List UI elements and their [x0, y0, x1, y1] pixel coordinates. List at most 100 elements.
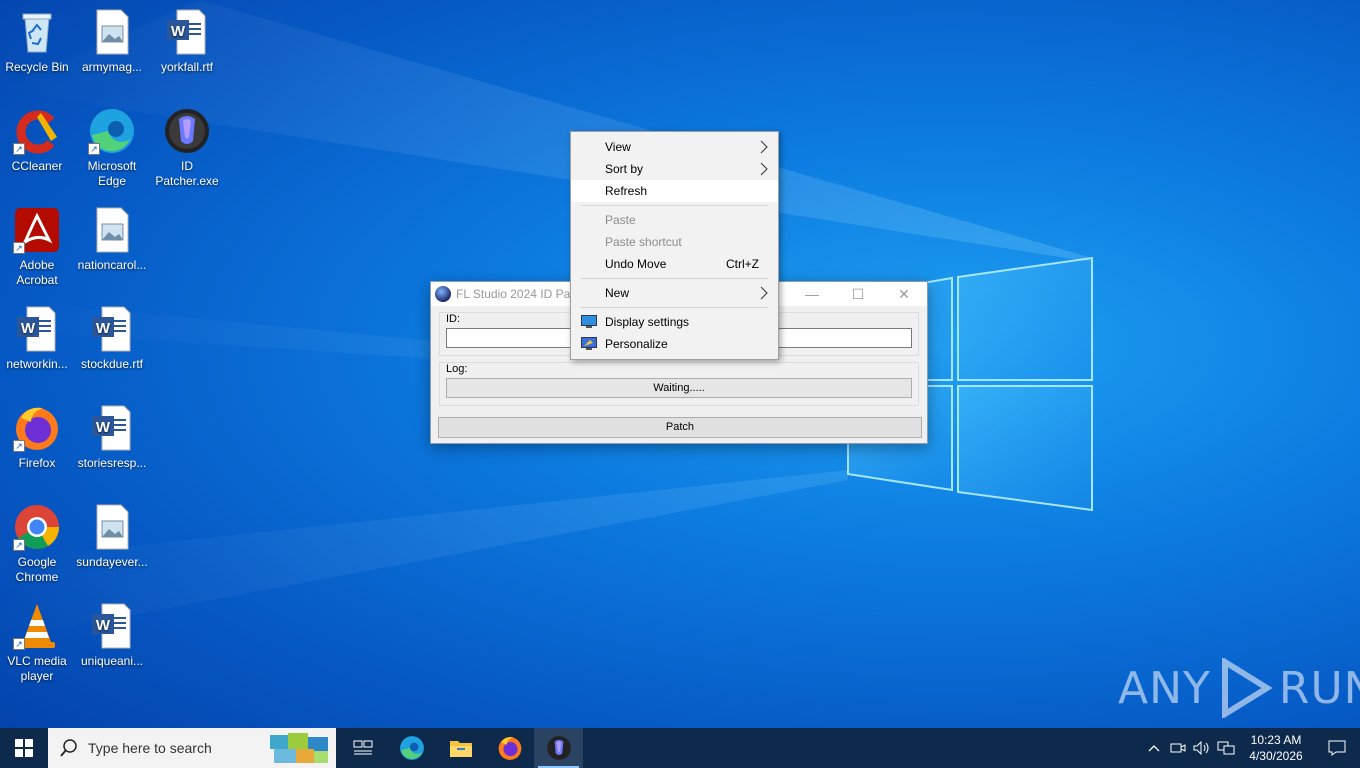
shortcut-arrow-icon: ↗	[88, 143, 100, 155]
taskbar-search-box[interactable]: Type here to search	[48, 728, 336, 768]
menu-item-sort-by[interactable]: Sort by	[571, 158, 778, 180]
image-file-icon	[88, 206, 136, 254]
ccleaner-icon: ↗	[13, 107, 61, 155]
menu-item-new[interactable]: New	[571, 282, 778, 304]
taskbar-firefox[interactable]	[485, 728, 534, 768]
task-view-button[interactable]	[338, 728, 387, 768]
log-group: Log: Waiting.....	[439, 362, 919, 406]
desktop-icon-nationcarol[interactable]: nationcarol...	[75, 206, 149, 296]
menu-item-refresh[interactable]: Refresh	[571, 180, 778, 202]
chevron-right-icon	[760, 140, 768, 157]
meet-now-button[interactable]	[1166, 728, 1190, 768]
desktop-icon-firefox[interactable]: ↗ Firefox	[0, 404, 74, 494]
personalize-icon	[581, 337, 597, 351]
desktop-icon-label: sundayever...	[76, 555, 148, 569]
menu-item-label: Refresh	[605, 184, 648, 198]
desktop-icon-storiesresp[interactable]: W storiesresp...	[75, 404, 149, 494]
notification-icon	[1328, 740, 1346, 756]
desktop-icon-label: networkin...	[6, 357, 68, 371]
desktop-icon-label: Recycle Bin	[5, 60, 69, 74]
menu-item-label: Sort by	[605, 162, 644, 176]
svg-text:W: W	[21, 320, 36, 337]
log-label: Log:	[446, 363, 468, 375]
desktop-icon-acrobat[interactable]: ↗ Adobe Acrobat	[0, 206, 74, 296]
menu-separator	[581, 205, 768, 206]
svg-text:W: W	[171, 23, 186, 40]
maximize-button[interactable]: ☐	[835, 282, 881, 306]
shortcut-arrow-icon: ↗	[13, 638, 25, 650]
start-button[interactable]	[0, 728, 48, 768]
desktop-icon-id-patcher[interactable]: ID Patcher.exe	[150, 107, 224, 197]
desktop-icon-ccleaner[interactable]: ↗ CCleaner	[0, 107, 74, 197]
task-view-icon	[353, 740, 372, 755]
taskbar-fl-patcher[interactable]	[534, 728, 583, 768]
search-placeholder: Type here to search	[88, 740, 212, 756]
desktop-icon-label: nationcarol...	[77, 258, 147, 272]
taskbar-clock[interactable]: 10:23 AM 4/30/2026	[1238, 732, 1314, 764]
fl-studio-icon	[163, 107, 211, 155]
watermark-text-right: RUN	[1278, 662, 1360, 714]
play-logo-icon	[1221, 658, 1273, 718]
menu-item-undo-move[interactable]: Undo Move Ctrl+Z	[571, 253, 778, 275]
menu-item-label: Undo Move	[605, 257, 667, 271]
menu-item-label: Paste shortcut	[605, 235, 682, 249]
menu-item-label: Personalize	[605, 337, 668, 351]
network-button[interactable]	[1214, 728, 1238, 768]
close-button[interactable]: ✕	[881, 282, 927, 306]
fl-studio-icon	[546, 736, 571, 760]
desktop-icon-edge[interactable]: ↗ Microsoft Edge	[75, 107, 149, 197]
menu-item-display-settings[interactable]: Display settings	[571, 311, 778, 333]
clock-time: 10:23 AM	[1250, 733, 1302, 747]
word-document-icon: W	[88, 404, 136, 452]
show-hidden-icons-button[interactable]	[1142, 728, 1166, 768]
desktop-icon-label: Firefox	[18, 456, 56, 470]
word-document-icon: W	[88, 305, 136, 353]
image-file-icon	[88, 8, 136, 56]
edge-icon	[399, 736, 424, 760]
desktop-icon-label: Google Chrome	[15, 555, 59, 584]
word-document-icon: W	[13, 305, 61, 353]
desktop-icon-stockdue[interactable]: W stockdue.rtf	[75, 305, 149, 395]
desktop-icon-yorkfall[interactable]: W yorkfall.rtf	[150, 8, 224, 98]
menu-item-personalize[interactable]: Personalize	[571, 333, 778, 355]
volume-button[interactable]	[1190, 728, 1214, 768]
patch-button[interactable]: Patch	[438, 417, 922, 438]
shortcut-arrow-icon: ↗	[13, 440, 25, 452]
desktop-icon-label: yorkfall.rtf	[160, 60, 213, 74]
shortcut-arrow-icon: ↗	[13, 539, 25, 551]
desktop-icon-vlc[interactable]: ↗ VLC media player	[0, 602, 74, 692]
desktop-icon-label: stockdue.rtf	[80, 357, 144, 371]
svg-text:W: W	[96, 617, 111, 634]
desktop-icon-label: armymag...	[81, 60, 142, 74]
vlc-icon: ↗	[13, 602, 61, 650]
desktop-icon-networkin[interactable]: W networkin...	[0, 305, 74, 395]
desktop-icon-label: Adobe Acrobat	[16, 258, 58, 287]
chevron-up-icon	[1148, 745, 1160, 752]
desktop-icon-label: storiesresp...	[77, 456, 147, 470]
desktop-icon-label: Microsoft Edge	[87, 159, 137, 188]
desktop-icon-armymag[interactable]: armymag...	[75, 8, 149, 98]
minimize-button[interactable]: —	[789, 282, 835, 306]
desktop-icon-chrome[interactable]: ↗ Google Chrome	[0, 503, 74, 593]
acrobat-icon: ↗	[13, 206, 61, 254]
desktop-icon-sundayever[interactable]: sundayever...	[75, 503, 149, 593]
display-icon	[581, 315, 597, 329]
taskbar-edge[interactable]	[387, 728, 436, 768]
window-title: FL Studio 2024 ID Patc	[456, 287, 580, 301]
firefox-icon: ↗	[13, 404, 61, 452]
speaker-icon	[1193, 741, 1209, 755]
notification-center-button[interactable]	[1314, 728, 1360, 768]
menu-item-view[interactable]: View	[571, 136, 778, 158]
menu-item-paste-shortcut: Paste shortcut	[571, 231, 778, 253]
taskbar-file-explorer[interactable]	[436, 728, 485, 768]
desktop-icon-recycle-bin[interactable]: Recycle Bin	[0, 8, 74, 98]
chevron-right-icon	[760, 286, 768, 303]
search-icon	[60, 739, 77, 757]
desktop-icon-uniqueani[interactable]: W uniqueani...	[75, 602, 149, 692]
watermark-text-left: ANY	[1118, 662, 1211, 714]
shortcut-arrow-icon: ↗	[13, 143, 25, 155]
menu-item-label: Paste	[605, 213, 636, 227]
menu-item-label: New	[605, 286, 630, 300]
menu-item-paste: Paste	[571, 209, 778, 231]
system-tray: 10:23 AM 4/30/2026	[1142, 728, 1360, 768]
